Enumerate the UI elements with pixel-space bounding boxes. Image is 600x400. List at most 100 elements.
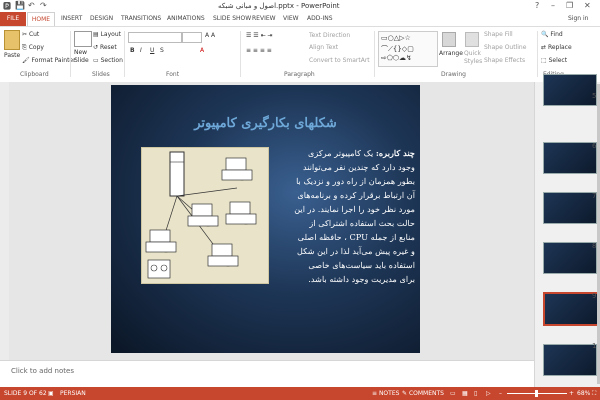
quick-styles-icon[interactable] xyxy=(465,32,479,47)
language-indicator[interactable]: PERSIAN xyxy=(60,390,86,397)
paste-icon[interactable] xyxy=(4,30,20,50)
title-bar: 🅿 💾 ↶ ↷ اصول و مبانی شبکه.pptx - PowerPo… xyxy=(0,0,600,12)
tab-file[interactable]: FILE xyxy=(0,12,26,26)
undo-icon[interactable]: ↶ xyxy=(28,1,35,10)
arrange-button[interactable]: Arrange xyxy=(439,50,463,57)
view-sorter-icon[interactable]: ▦ xyxy=(462,390,468,397)
arrange-icon[interactable] xyxy=(442,32,456,47)
slides-group-label: Slides xyxy=(92,71,110,78)
bold-button[interactable]: B xyxy=(130,47,135,54)
redo-icon[interactable]: ↷ xyxy=(40,1,47,10)
tab-add-ins[interactable]: ADD-INS xyxy=(307,15,333,22)
view-reading-icon[interactable]: ▯ xyxy=(474,390,477,397)
save-icon[interactable]: 💾 xyxy=(15,1,25,10)
align-icons[interactable]: ≡ ≡ ≡ ≡ xyxy=(246,47,272,54)
tab-design[interactable]: DESIGN xyxy=(90,15,113,22)
notes-toggle[interactable]: ≡ NOTES xyxy=(372,390,399,397)
notes-placeholder[interactable]: Click to add notes xyxy=(11,367,74,375)
window-title: اصول و مبانی شبکه.pptx - PowerPoint xyxy=(218,2,340,10)
shapes-gallery[interactable]: ▭○△▷☆ ⌒⟋{}◇▢ ⇨⬠⬡☁↯ xyxy=(378,31,438,67)
tab-animations[interactable]: ANIMATIONS xyxy=(167,15,205,22)
cut-label: Cut xyxy=(28,31,40,38)
section-button[interactable]: ▭ Section xyxy=(93,57,123,64)
tab-view[interactable]: VIEW xyxy=(283,15,299,22)
drawing-group-label: Drawing xyxy=(441,71,466,78)
notes-pane[interactable]: Click to add notes xyxy=(0,360,534,388)
new-slide-button[interactable]: New xyxy=(74,49,87,56)
format-painter-button[interactable]: 🖌 Format Painter xyxy=(22,57,76,64)
tab-insert[interactable]: INSERT xyxy=(61,15,82,22)
layout-button[interactable]: ▤ Layout xyxy=(93,31,121,38)
slide-thumbnail[interactable] xyxy=(543,192,597,224)
select-label: Select xyxy=(548,57,568,64)
font-grow-icon[interactable]: A A xyxy=(205,32,215,39)
slide-body-text[interactable]: چند کاربره: یک کامپیوتر مرکزی وجود دارد … xyxy=(293,146,415,286)
slide-title[interactable]: شکلهای بکارگیری کامپیوتر xyxy=(111,116,420,131)
zoom-slider-thumb[interactable] xyxy=(535,390,538,397)
slide-counter: SLIDE 9 OF 62 xyxy=(4,390,47,397)
view-normal-icon[interactable]: ▭ xyxy=(450,390,456,397)
fit-slide-icon[interactable]: ⛶ xyxy=(592,390,596,398)
convert-smartart-button[interactable]: Convert to SmartArt xyxy=(309,57,370,64)
find-button[interactable]: 🔍 Find xyxy=(541,31,563,38)
shape-outline-button[interactable]: Shape Outline xyxy=(484,44,526,51)
close-button[interactable]: ✕ xyxy=(584,1,591,10)
reset-button[interactable]: ↺ Reset xyxy=(93,44,117,51)
slideshow-icon[interactable]: ▷ xyxy=(486,390,491,397)
tab-transitions[interactable]: TRANSITIONS xyxy=(121,15,161,22)
minimize-button[interactable]: – xyxy=(551,1,555,10)
divider xyxy=(124,31,125,77)
font-name-box[interactable] xyxy=(128,32,182,43)
quick-styles-button-line2[interactable]: Styles xyxy=(464,58,482,65)
paragraph-group-label: Paragraph xyxy=(284,71,315,78)
slide-thumbnail[interactable] xyxy=(543,74,597,106)
slide-body-content: یک کامپیوتر مرکزی وجود دارد که چندین نفر… xyxy=(294,148,415,284)
tab-home[interactable]: HOME xyxy=(27,12,55,26)
font-color-icon[interactable]: A xyxy=(200,47,204,54)
help-button[interactable]: ? xyxy=(535,1,539,10)
italic-button[interactable]: I xyxy=(140,47,142,54)
new-slide-button-line2[interactable]: Slide xyxy=(74,57,89,64)
replace-button[interactable]: ⇄ Replace xyxy=(541,44,572,51)
slide-number: 8 xyxy=(592,242,597,250)
slide-thumbnail[interactable] xyxy=(543,344,597,376)
quick-styles-button[interactable]: Quick xyxy=(464,50,481,57)
sign-in-link[interactable]: Sign in xyxy=(568,15,588,22)
slide-number: 6 xyxy=(592,142,597,150)
shapes-gallery-icons: ▭○△▷☆ xyxy=(381,34,411,42)
spelling-icon[interactable]: ▣ xyxy=(48,390,54,397)
font-size-box[interactable] xyxy=(182,32,202,43)
copy-button[interactable]: ⎘ Copy xyxy=(22,44,44,52)
slide[interactable]: شکلهای بکارگیری کامپیوتر چند کاربره: یک … xyxy=(111,85,420,353)
shapes-gallery-icons: ⇨⬠⬡☁↯ xyxy=(381,54,412,62)
align-text-button[interactable]: Align Text xyxy=(309,44,338,51)
slide-thumbnail-selected[interactable] xyxy=(543,292,599,326)
replace-label: Replace xyxy=(547,44,572,51)
zoom-in-button[interactable]: + xyxy=(569,390,574,397)
divider xyxy=(537,31,538,77)
format-painter-label: Format Painter xyxy=(31,57,76,64)
slide-thumbnail[interactable] xyxy=(543,242,597,274)
underline-button[interactable]: U xyxy=(150,47,154,54)
tab-slide-show[interactable]: SLIDE SHOW xyxy=(213,15,251,22)
text-direction-button[interactable]: Text Direction xyxy=(309,32,350,39)
zoom-out-button[interactable]: – xyxy=(499,390,502,397)
restore-button[interactable]: ❐ xyxy=(566,1,573,10)
paste-button[interactable]: Paste xyxy=(4,52,20,59)
slide-number: 5 xyxy=(592,92,597,100)
find-label: Find xyxy=(550,31,563,38)
comments-toggle[interactable]: ✎ COMMENTS xyxy=(402,390,444,397)
multiuser-illustration xyxy=(145,151,257,279)
shape-effects-button[interactable]: Shape Effects xyxy=(484,57,525,64)
zoom-level[interactable]: 68% xyxy=(577,390,590,397)
shadow-button[interactable]: S xyxy=(160,47,164,54)
divider xyxy=(70,31,71,77)
select-button[interactable]: ⬚ Select xyxy=(541,57,567,64)
tab-review[interactable]: REVIEW xyxy=(252,15,276,22)
slide-illustration[interactable] xyxy=(141,147,269,284)
shape-fill-button[interactable]: Shape Fill xyxy=(484,31,513,38)
slide-thumbnail[interactable] xyxy=(543,142,597,174)
bullets-icon[interactable]: ☰ ☰ ⇤ ⇥ xyxy=(246,32,273,39)
cut-button[interactable]: ✂ Cut xyxy=(22,31,39,38)
new-slide-icon[interactable] xyxy=(74,31,92,47)
